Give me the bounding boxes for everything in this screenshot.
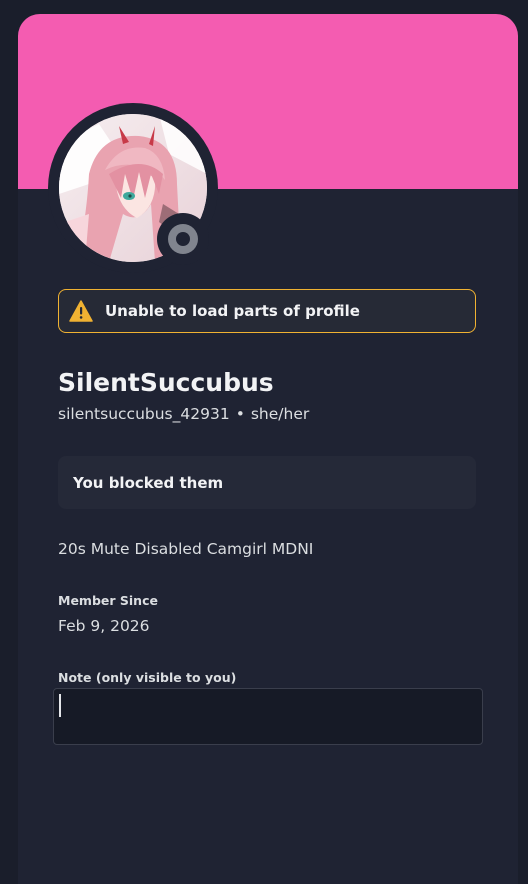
separator: • <box>235 405 245 423</box>
member-since-label: Member Since <box>58 593 158 608</box>
profile-card: Unable to load parts of profile SilentSu… <box>18 14 518 884</box>
profile-load-warning: Unable to load parts of profile <box>58 289 476 333</box>
blocked-text: You blocked them <box>73 473 224 492</box>
blocked-notice: You blocked them <box>58 456 476 509</box>
warning-icon <box>69 300 93 322</box>
bio: 20s Mute Disabled Camgirl MDNI <box>58 540 314 558</box>
warning-message: Unable to load parts of profile <box>105 302 360 320</box>
pronouns: she/her <box>250 405 310 423</box>
note-input[interactable] <box>53 688 483 745</box>
note-label: Note (only visible to you) <box>58 670 237 685</box>
member-since-date: Feb 9, 2026 <box>58 617 150 635</box>
text-caret <box>59 694 61 717</box>
username[interactable]: silentsuccubus_42931 <box>58 405 230 423</box>
offline-status-icon <box>168 224 198 254</box>
display-name: SilentSuccubus <box>58 368 274 397</box>
status-indicator <box>157 213 209 265</box>
username-line: silentsuccubus_42931 • she/her <box>58 405 309 423</box>
